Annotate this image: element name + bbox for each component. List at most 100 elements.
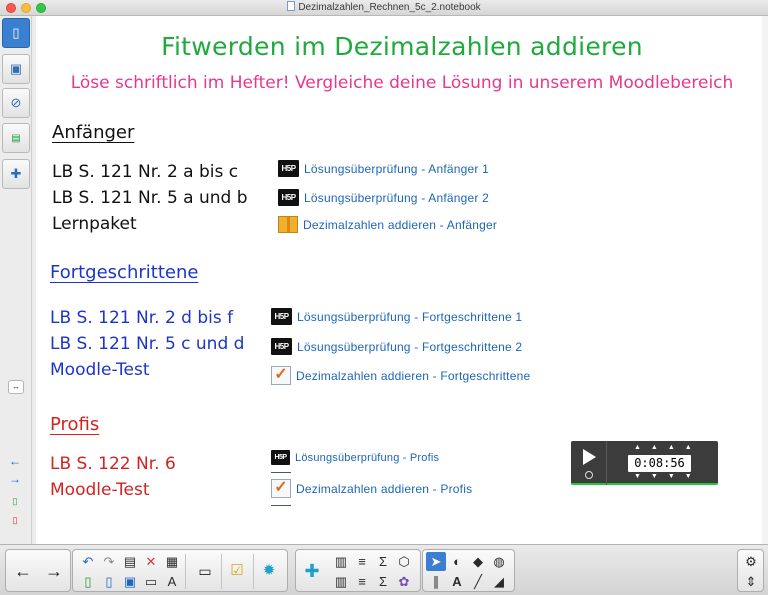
align-icon[interactable]: ≡ bbox=[352, 552, 372, 571]
heading-pro: Profis bbox=[50, 414, 100, 435]
link-pro-2[interactable]: ✓ Dezimalzahlen addieren - Profis bbox=[271, 479, 472, 498]
redo-icon[interactable]: ↷ bbox=[99, 552, 119, 571]
pens-icon[interactable]: ∥ bbox=[426, 572, 446, 591]
page-subtitle: Löse schriftlich im Hefter! Vergleiche d… bbox=[70, 73, 734, 93]
puzzle-icon[interactable]: ✚ bbox=[300, 552, 324, 590]
window-title-wrap: Dezimalzahlen_Rechnen_5c_2.notebook bbox=[0, 1, 768, 15]
move-toolbar-icon[interactable]: ⇕ bbox=[741, 572, 761, 591]
link-beginner-3[interactable]: Dezimalzahlen addieren - Anfänger bbox=[278, 216, 497, 233]
page-add-icon[interactable]: ▯ bbox=[7, 494, 23, 508]
quiz-icon: ✓ bbox=[271, 479, 291, 498]
task-beginner-3: Lernpaket bbox=[52, 214, 137, 234]
link-advanced-3[interactable]: ✓ Dezimalzahlen addieren - Fortgeschritt… bbox=[271, 366, 530, 385]
side-panel: ▯ ▣ ⊘ ▤ ✚ ↔ ← → ▯ ▯ bbox=[0, 16, 32, 544]
tab-properties[interactable]: ▤ bbox=[2, 123, 30, 153]
link-advanced-1[interactable]: H5P Lösungsüberprüfung - Fortgeschritten… bbox=[271, 308, 522, 325]
drawing-tools-group: ➤ ◐ ◆ ◍ ∥ A ╱ ◢ bbox=[422, 549, 515, 592]
h5p-icon: H5P bbox=[271, 308, 292, 325]
separator bbox=[185, 554, 186, 589]
delete-icon[interactable]: ✕ bbox=[141, 552, 161, 571]
arrow-left-icon[interactable]: ← bbox=[7, 454, 23, 468]
tab-attachments[interactable]: ⊘ bbox=[2, 88, 30, 118]
task-advanced-1: LB S. 121 Nr. 2 d bis f bbox=[50, 308, 234, 328]
tab-addons[interactable]: ✚ bbox=[2, 159, 30, 189]
sum-icon[interactable]: Σ bbox=[373, 552, 393, 571]
link-label[interactable]: Dezimalzahlen addieren - Fortgeschritten… bbox=[296, 369, 530, 383]
link-beginner-1[interactable]: H5P Lösungsüberprüfung - Anfänger 1 bbox=[278, 160, 489, 177]
response-icon[interactable]: ☑ bbox=[225, 552, 249, 590]
addon-icon[interactable]: ✹ bbox=[257, 552, 281, 590]
paste-icon[interactable]: ▤ bbox=[120, 552, 140, 571]
timer-widget: ▲▲▲▲ 0:08:56 ▼▼▼▼ bbox=[571, 441, 718, 485]
h5p-icon: H5P bbox=[278, 160, 299, 177]
image-icon: ▣ bbox=[9, 61, 23, 76]
navigation-group: ← → bbox=[5, 549, 71, 592]
eraser-icon[interactable]: ◢ bbox=[489, 572, 509, 591]
window-title: Dezimalzahlen_Rechnen_5c_2.notebook bbox=[298, 2, 481, 13]
quiz-icon: ✓ bbox=[271, 366, 291, 385]
properties-icon: ▤ bbox=[11, 132, 21, 144]
play-icon bbox=[583, 449, 596, 465]
task-beginner-2: LB S. 121 Nr. 5 a und b bbox=[52, 188, 248, 208]
chart-2-icon[interactable]: ▥ bbox=[331, 572, 351, 591]
separator bbox=[221, 554, 222, 589]
smart-notebook-window: Dezimalzahlen_Rechnen_5c_2.notebook ▯ ▣ … bbox=[0, 0, 768, 595]
tab-page-sorter[interactable]: ▯ bbox=[2, 18, 30, 48]
fill-icon[interactable]: ◍ bbox=[489, 552, 509, 571]
heading-beginner: Anfänger bbox=[52, 122, 135, 143]
previous-page-icon[interactable]: ← bbox=[11, 552, 35, 590]
settings-icon[interactable]: ⚙ bbox=[741, 552, 761, 571]
page-icon: ▯ bbox=[12, 25, 20, 40]
h5p-icon: H5P bbox=[278, 189, 299, 206]
align-2-icon[interactable]: ≡ bbox=[352, 572, 372, 591]
display-icon[interactable]: ▭ bbox=[193, 552, 217, 590]
spell-check-icon[interactable]: A bbox=[162, 572, 182, 591]
sum-2-icon[interactable]: Σ bbox=[373, 572, 393, 591]
link-label[interactable]: Lösungsüberprüfung - Anfänger 2 bbox=[304, 191, 489, 205]
divider bbox=[271, 472, 291, 473]
timer-display: 0:08:56 bbox=[628, 455, 691, 472]
separator bbox=[253, 554, 254, 589]
open-icon[interactable]: ▯ bbox=[99, 572, 119, 591]
undo-icon[interactable]: ↶ bbox=[78, 552, 98, 571]
timer-decrease-arrows[interactable]: ▼▼▼▼ bbox=[634, 473, 692, 480]
screen-shade-icon[interactable]: ▭ bbox=[141, 572, 161, 591]
save-icon[interactable]: ▣ bbox=[120, 572, 140, 591]
text-icon[interactable]: A bbox=[447, 572, 467, 591]
next-page-icon[interactable]: → bbox=[42, 552, 66, 590]
tab-gallery[interactable]: ▣ bbox=[2, 54, 30, 84]
flower-icon[interactable]: ✿ bbox=[394, 572, 414, 591]
page-title: Fitwerden im Dezimalzahlen addieren bbox=[161, 32, 643, 61]
task-advanced-2: LB S. 121 Nr. 5 c und d bbox=[50, 334, 245, 354]
link-label[interactable]: Lösungsüberprüfung - Fortgeschrittene 2 bbox=[297, 340, 522, 354]
resize-icon: ↔ bbox=[12, 382, 20, 391]
reset-icon[interactable] bbox=[585, 471, 593, 479]
page-scrollbar[interactable] bbox=[762, 16, 768, 544]
shapes-icon[interactable]: ◐ bbox=[447, 552, 467, 571]
link-label[interactable]: Lösungsüberprüfung - Fortgeschrittene 1 bbox=[297, 310, 522, 324]
task-pro-2: Moodle-Test bbox=[50, 480, 150, 500]
shape-icon[interactable]: ⬡ bbox=[394, 552, 414, 571]
link-pro-1[interactable]: H5P Lösungsüberprüfung - Profis bbox=[271, 450, 439, 465]
resize-panel-button[interactable]: ↔ bbox=[8, 380, 24, 394]
select-icon[interactable]: ➤ bbox=[426, 552, 446, 571]
play-button[interactable] bbox=[571, 441, 607, 485]
link-beginner-2[interactable]: H5P Lösungsüberprüfung - Anfänger 2 bbox=[278, 189, 489, 206]
link-advanced-2[interactable]: H5P Lösungsüberprüfung - Fortgeschritten… bbox=[271, 338, 522, 355]
timer-increase-arrows[interactable]: ▲▲▲▲ bbox=[634, 444, 692, 451]
line-icon[interactable]: ╱ bbox=[468, 572, 488, 591]
h5p-icon: H5P bbox=[271, 450, 290, 465]
link-label[interactable]: Dezimalzahlen addieren - Profis bbox=[296, 482, 472, 496]
task-pro-1: LB S. 122 Nr. 6 bbox=[50, 454, 176, 474]
chart-icon[interactable]: ▥ bbox=[331, 552, 351, 571]
puzzle-icon: ✚ bbox=[10, 166, 22, 181]
table-icon[interactable]: ▦ bbox=[162, 552, 182, 571]
arrow-right-icon[interactable]: → bbox=[7, 472, 23, 486]
link-label[interactable]: Lösungsüberprüfung - Anfänger 1 bbox=[304, 162, 489, 176]
new-page-icon[interactable]: ▯ bbox=[78, 572, 98, 591]
link-label[interactable]: Lösungsüberprüfung - Profis bbox=[295, 452, 439, 464]
link-label[interactable]: Dezimalzahlen addieren - Anfänger bbox=[303, 218, 497, 232]
notebook-page[interactable]: Fitwerden im Dezimalzahlen addieren Löse… bbox=[36, 16, 768, 544]
page-delete-icon[interactable]: ▯ bbox=[7, 513, 23, 527]
eraser-fill-icon[interactable]: ◆ bbox=[468, 552, 488, 571]
